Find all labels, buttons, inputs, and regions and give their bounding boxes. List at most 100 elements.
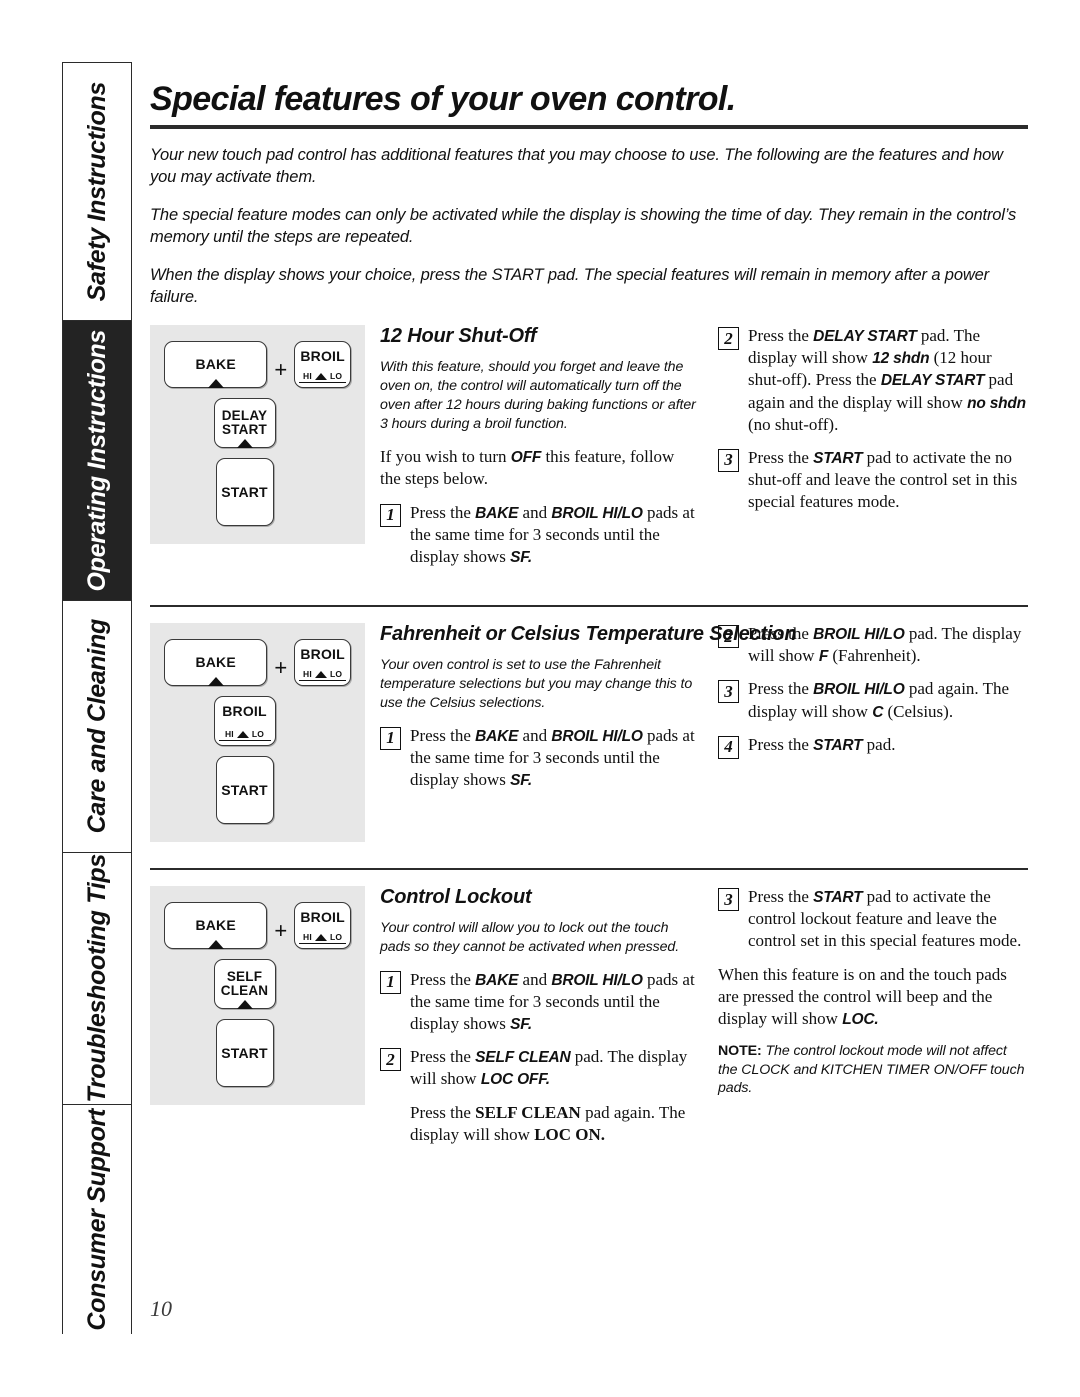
start-pad[interactable]: START (215, 458, 274, 527)
step-item: 1 Press the BAKE and BROIL HI/LO pads at… (380, 725, 696, 791)
plus-icon: + (274, 357, 288, 383)
title-divider (150, 125, 1028, 129)
start-pad[interactable]: START (215, 1019, 274, 1088)
feature-title: 12 Hour Shut-Off (380, 325, 537, 348)
feature-title: Fahrenheit or Celsius Temperature Select… (380, 623, 797, 646)
feature-description: Your oven control is set to use the Fahr… (380, 657, 693, 711)
feature-description: Your control will allow you to lock out … (380, 920, 680, 956)
self-clean-pad[interactable]: SELF CLEAN (213, 959, 276, 1010)
page-content: Special features of your oven control. Y… (150, 62, 1028, 1157)
step-item: 1 Press the BAKE and BROIL HI/LO pads at… (380, 502, 696, 568)
step-text: Press the START pad to activate the cont… (748, 887, 1022, 951)
delay-start-pad-label-line2: START (222, 422, 267, 438)
triangle-indicator-icon (314, 372, 327, 380)
feature-body: Control Lockout Your control will allow … (372, 886, 1028, 1157)
hi-lo-indicator: HI LO (299, 371, 346, 384)
start-pad-label: START (221, 1044, 268, 1061)
pad-row-top: BAKE + BROIL HI LO (164, 639, 351, 687)
hi-label: HI (303, 932, 312, 943)
sidebar-tab-operating-instructions[interactable]: Operating Instructions (63, 321, 131, 601)
feature-column-right: 3 Press the START pad to activate the co… (718, 886, 1028, 1157)
sidebar-tab-label: Operating Instructions (82, 329, 111, 592)
broil-hi-lo-pad[interactable]: BROIL HI LO (294, 639, 351, 687)
feature-closing-text: When this feature is on and the touch pa… (718, 964, 1007, 1028)
feature-fahrenheit-or-celsius: BAKE + BROIL HI LO BROIL HI LO START Fah… (150, 623, 1028, 843)
feature-body: Fahrenheit or Celsius Temperature Select… (372, 623, 1028, 802)
step-number: 1 (380, 503, 401, 527)
section-tab-rail: Safety Instructions Operating Instructio… (62, 62, 132, 1334)
feature-column-left: Control Lockout Your control will allow … (380, 886, 696, 1157)
pad-row-top: BAKE + BROIL HI LO (164, 902, 351, 950)
step-item: 2 Press the SELF CLEAN pad. The display … (380, 1046, 696, 1090)
page-title: Special features of your oven control. (150, 80, 736, 118)
feature-control-lockout: BAKE + BROIL HI LO SELF CLEAN START Cont… (150, 886, 1028, 1157)
step-item: 4 Press the START pad. (718, 734, 1028, 759)
section-divider (150, 868, 1028, 871)
sidebar-tab-safety-instructions[interactable]: Safety Instructions (63, 63, 131, 321)
lo-label: LO (329, 932, 343, 943)
hi-label: HI (303, 669, 312, 680)
step-text: Press the BAKE and BROIL HI/LO pads at t… (410, 969, 695, 1034)
step-item: 3 Press the BROIL HI/LO pad again. The d… (718, 678, 1028, 722)
lo-label: LO (329, 371, 343, 382)
broil-pad-label: BROIL (300, 909, 345, 926)
sidebar-tab-consumer-support[interactable]: Consumer Support (63, 1105, 131, 1334)
delay-start-pad[interactable]: DELAY START (213, 398, 276, 449)
step-text: Press the BROIL HI/LO pad again. The dis… (748, 679, 1010, 721)
control-pad-diagram-wrap: BAKE + BROIL HI LO DELAY START START (150, 325, 372, 545)
step-item: 2 Press the BROIL HI/LO pad. The display… (718, 623, 1028, 667)
step-number: 3 (718, 888, 739, 912)
plus-icon: + (274, 655, 288, 681)
triangle-indicator-icon (236, 730, 249, 738)
step-text: Press the BAKE and BROIL HI/LO pads at t… (410, 725, 695, 790)
feature-column-left: Fahrenheit or Celsius Temperature Select… (380, 623, 797, 802)
hi-label: HI (224, 729, 234, 740)
pad-row-middle: BROIL HI LO (164, 696, 351, 747)
broil-hi-lo-pad[interactable]: BROIL HI LO (213, 696, 276, 747)
feature-note: NOTE: The control lockout mode will not … (718, 1042, 1025, 1097)
hi-lo-indicator: HI LO (299, 932, 346, 945)
step-number: 3 (718, 448, 739, 472)
start-pad-label: START (221, 483, 268, 500)
feature-column-left: 12 Hour Shut-Off With this feature, shou… (380, 325, 696, 579)
sidebar-tab-care-and-cleaning[interactable]: Care and Cleaning (63, 601, 131, 853)
triangle-indicator-icon (207, 940, 224, 950)
sidebar-tab-troubleshooting-tips[interactable]: Troubleshooting Tips (63, 853, 131, 1105)
start-pad-label: START (221, 781, 268, 798)
pad-row-middle: SELF CLEAN (164, 959, 351, 1010)
triangle-indicator-icon (236, 1000, 253, 1010)
broil-hi-lo-pad[interactable]: BROIL HI LO (294, 341, 351, 389)
lo-label: LO (329, 669, 343, 680)
hi-label: HI (303, 371, 312, 382)
lo-label: LO (251, 729, 265, 740)
start-pad[interactable]: START (215, 756, 274, 825)
step-number: 1 (380, 970, 401, 994)
step-text: Press the START pad to activate the no s… (748, 447, 1018, 511)
bake-pad-label: BAKE (195, 917, 236, 934)
bake-pad[interactable]: BAKE (164, 341, 268, 389)
page-number: 10 (150, 1296, 172, 1321)
pad-row-bottom: START (164, 458, 351, 527)
step-text: Press the DELAY START pad. The display w… (748, 326, 1026, 434)
control-pad-diagram-wrap: BAKE + BROIL HI LO SELF CLEAN START (150, 886, 372, 1106)
bake-pad[interactable]: BAKE (164, 639, 268, 687)
step-item: 3 Press the START pad to activate the co… (718, 886, 1028, 952)
step-text: Press the BAKE and BROIL HI/LO pads at t… (410, 502, 695, 567)
feature-title: Control Lockout (380, 886, 532, 909)
step-text: Press the BROIL HI/LO pad. The display w… (748, 624, 1022, 666)
step-item: 1 Press the BAKE and BROIL HI/LO pads at… (380, 969, 696, 1035)
delay-start-pad-label-line1: DELAY (221, 407, 268, 423)
bake-pad-label: BAKE (195, 654, 236, 671)
intro-paragraph-1: Your new touch pad control has additiona… (150, 146, 1003, 186)
bake-pad-label: BAKE (195, 356, 236, 373)
control-pad-diagram: BAKE + BROIL HI LO SELF CLEAN START (150, 886, 365, 1106)
broil-pad-label: BROIL (300, 348, 345, 365)
feature-description: With this feature, should you forget and… (380, 359, 696, 432)
pad-row-middle: DELAY START (164, 398, 351, 449)
step-number: 1 (380, 726, 401, 750)
broil-hi-lo-pad[interactable]: BROIL HI LO (294, 902, 351, 950)
step-item: 2 Press the DELAY START pad. The display… (718, 325, 1028, 436)
bake-pad[interactable]: BAKE (164, 902, 268, 950)
control-pad-diagram: BAKE + BROIL HI LO BROIL HI LO START (150, 623, 365, 843)
self-clean-pad-label-line1: SELF (226, 969, 263, 985)
